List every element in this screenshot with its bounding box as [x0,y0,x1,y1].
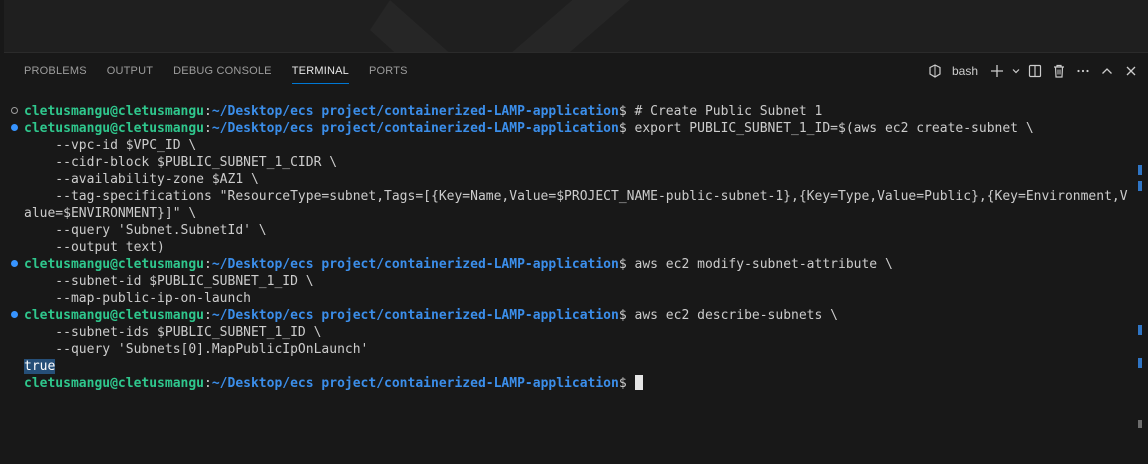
output-text: --map-public-ip-on-launch [24,291,251,306]
shell-label[interactable]: bash [952,64,978,78]
command-text: export PUBLIC_SUBNET_1_ID=$(aws ec2 crea… [626,121,1034,136]
scroll-marker [1138,325,1142,335]
tab-output[interactable]: OUTPUT [97,53,163,89]
prompt-path: ~/Desktop/ecs project/containerized-LAMP… [211,257,619,272]
terminal-output[interactable]: cletusmangu@cletusmangu:~/Desktop/ecs pr… [11,103,1132,392]
output-text: --query 'Subnets[0].MapPublicIpOnLaunch' [24,342,369,357]
command-decoration-icon[interactable] [11,311,18,318]
new-terminal-plus-icon[interactable] [986,60,1008,82]
command-text [627,376,635,391]
scroll-marker [1138,165,1142,175]
prompt-path: ~/Desktop/ecs project/containerized-LAMP… [211,121,619,136]
terminal-output-line: --output text) [12,239,1132,256]
prompt-user: cletusmangu@cletusmangu [24,376,205,391]
terminal-output-line: --vpc-id $VPC_ID \ [12,137,1132,154]
output-text: --cidr-block $PUBLIC_SUBNET_1_CIDR \ [24,155,338,170]
bottom-panel: PROBLEMS OUTPUT DEBUG CONSOLE TERMINAL PORTS… [4,52,1148,464]
terminal-output-line: --cidr-block $PUBLIC_SUBNET_1_CIDR \ [12,154,1132,171]
terminal-command-line: cletusmangu@cletusmangu:~/Desktop/ecs pr… [11,120,1132,137]
prompt-user: cletusmangu@cletusmangu [24,121,205,136]
command-text: # Create Public Subnet 1 [626,104,823,119]
prompt-path: ~/Desktop/ecs project/containerized-LAMP… [211,308,619,323]
scroll-marker [1138,181,1142,191]
tab-problems[interactable]: PROBLEMS [14,53,97,89]
output-text: --output text) [24,240,165,255]
output-text: --query 'Subnet.SubnetId' \ [24,223,267,238]
close-icon[interactable] [1120,60,1142,82]
terminal-command-line: cletusmangu@cletusmangu:~/Desktop/ecs pr… [11,256,1132,273]
command-decoration-icon[interactable] [11,107,18,114]
command-text: aws ec2 modify-subnet-attribute \ [626,257,893,272]
output-text: --tag-specifications "ResourceType=subne… [24,189,1128,204]
output-text: --availability-zone $AZ1 \ [24,172,259,187]
prompt-path: ~/Desktop/ecs project/containerized-LAMP… [211,376,619,391]
command-decoration-icon[interactable] [11,124,18,131]
editor-area [0,0,1148,52]
output-text: alue=$ENVIRONMENT}]" \ [24,206,197,221]
chevron-down-icon[interactable] [1010,60,1022,82]
tab-ports[interactable]: PORTS [359,53,418,89]
terminal-profile-icon[interactable] [924,60,946,82]
output-text: --subnet-id $PUBLIC_SUBNET_1_ID \ [24,274,314,289]
split-terminal-icon[interactable] [1024,60,1046,82]
maximize-panel-icon[interactable] [1096,60,1118,82]
terminal-output-line: true [12,358,1132,375]
output-text: true [24,359,56,374]
terminal-output-line: --query 'Subnet.SubnetId' \ [12,222,1132,239]
terminal-output-line: alue=$ENVIRONMENT}]" \ [12,205,1132,222]
scroll-marker [1138,358,1142,368]
prompt-user: cletusmangu@cletusmangu [24,308,205,323]
prompt-user: cletusmangu@cletusmangu [24,104,205,119]
trash-icon[interactable] [1048,60,1070,82]
more-actions-icon[interactable] [1072,60,1094,82]
prompt-path: ~/Desktop/ecs project/containerized-LAMP… [211,104,619,119]
terminal-output-line: --query 'Subnets[0].MapPublicIpOnLaunch' [12,341,1132,358]
tab-debug-console[interactable]: DEBUG CONSOLE [163,53,282,89]
command-text: aws ec2 describe-subnets \ [626,308,838,323]
terminal-output-line: --tag-specifications "ResourceType=subne… [12,188,1132,205]
terminal-command-line: cletusmangu@cletusmangu:~/Desktop/ecs pr… [11,307,1132,324]
vscode-logo-watermark-icon [370,0,630,52]
tab-terminal[interactable]: TERMINAL [282,53,359,89]
output-text: --vpc-id $VPC_ID \ [24,138,197,153]
scroll-marker [1138,420,1142,428]
terminal-command-line: cletusmangu@cletusmangu:~/Desktop/ecs pr… [11,103,1132,120]
terminal-scrollbar[interactable] [1138,103,1144,428]
panel-tabs: PROBLEMS OUTPUT DEBUG CONSOLE TERMINAL PORTS [14,53,418,89]
terminal-output-line: --subnet-ids $PUBLIC_SUBNET_1_ID \ [12,324,1132,341]
terminal-output-line: --map-public-ip-on-launch [12,290,1132,307]
terminal-output-line: --subnet-id $PUBLIC_SUBNET_1_ID \ [12,273,1132,290]
prompt-user: cletusmangu@cletusmangu [24,257,205,272]
terminal-command-line: cletusmangu@cletusmangu:~/Desktop/ecs pr… [12,375,1132,392]
command-decoration-icon[interactable] [11,260,18,267]
terminal-output-line: --availability-zone $AZ1 \ [12,171,1132,188]
terminal-actions: bash [924,53,1142,89]
terminal-cursor [634,375,643,390]
output-text: --subnet-ids $PUBLIC_SUBNET_1_ID \ [24,325,322,340]
